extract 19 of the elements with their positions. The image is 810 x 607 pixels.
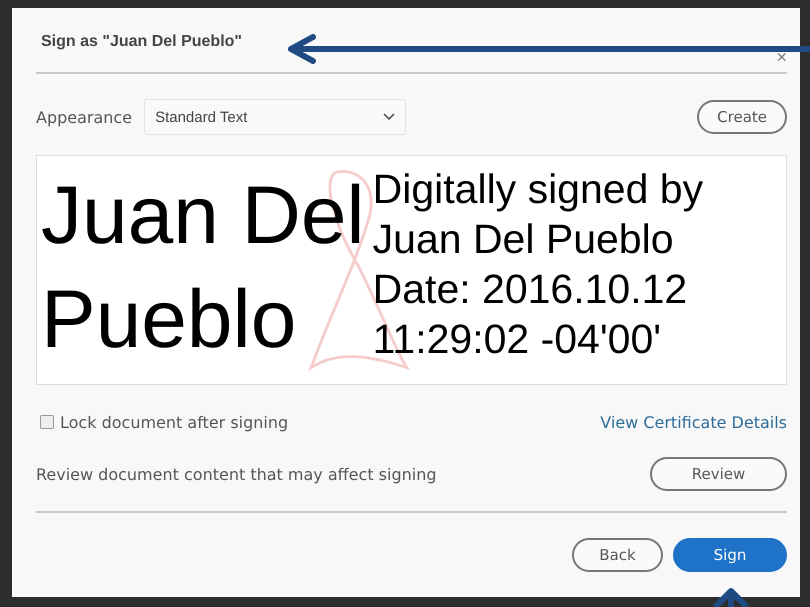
signature-name: Pueblo bbox=[41, 273, 298, 367]
review-button[interactable]: Review bbox=[650, 457, 787, 491]
chevron-down-icon bbox=[383, 113, 396, 121]
signature-detail: Date: 2016.10.12 bbox=[372, 265, 688, 314]
appearance-label: Appearance bbox=[36, 108, 132, 126]
sign-button[interactable]: Sign bbox=[673, 538, 787, 572]
appearance-dropdown[interactable]: Standard Text bbox=[144, 99, 406, 135]
signature-name: Juan Del bbox=[41, 169, 365, 263]
signature-detail: Juan Del Pueblo bbox=[372, 215, 675, 264]
lock-checkbox[interactable] bbox=[40, 415, 54, 429]
dialog-title: Sign as "Juan Del Pueblo" bbox=[40, 33, 242, 51]
close-button[interactable]: × bbox=[776, 48, 787, 66]
back-button[interactable]: Back bbox=[572, 538, 663, 572]
signature-detail: 11:29:02 -04'00' bbox=[372, 315, 662, 364]
certificate-link[interactable]: View Certificate Details bbox=[600, 412, 787, 432]
create-button[interactable]: Create bbox=[697, 100, 787, 134]
lock-label: Lock document after signing bbox=[60, 412, 288, 432]
signature-detail: Digitally signed by bbox=[372, 165, 704, 214]
review-text: Review document content that may affect signing bbox=[36, 464, 436, 484]
